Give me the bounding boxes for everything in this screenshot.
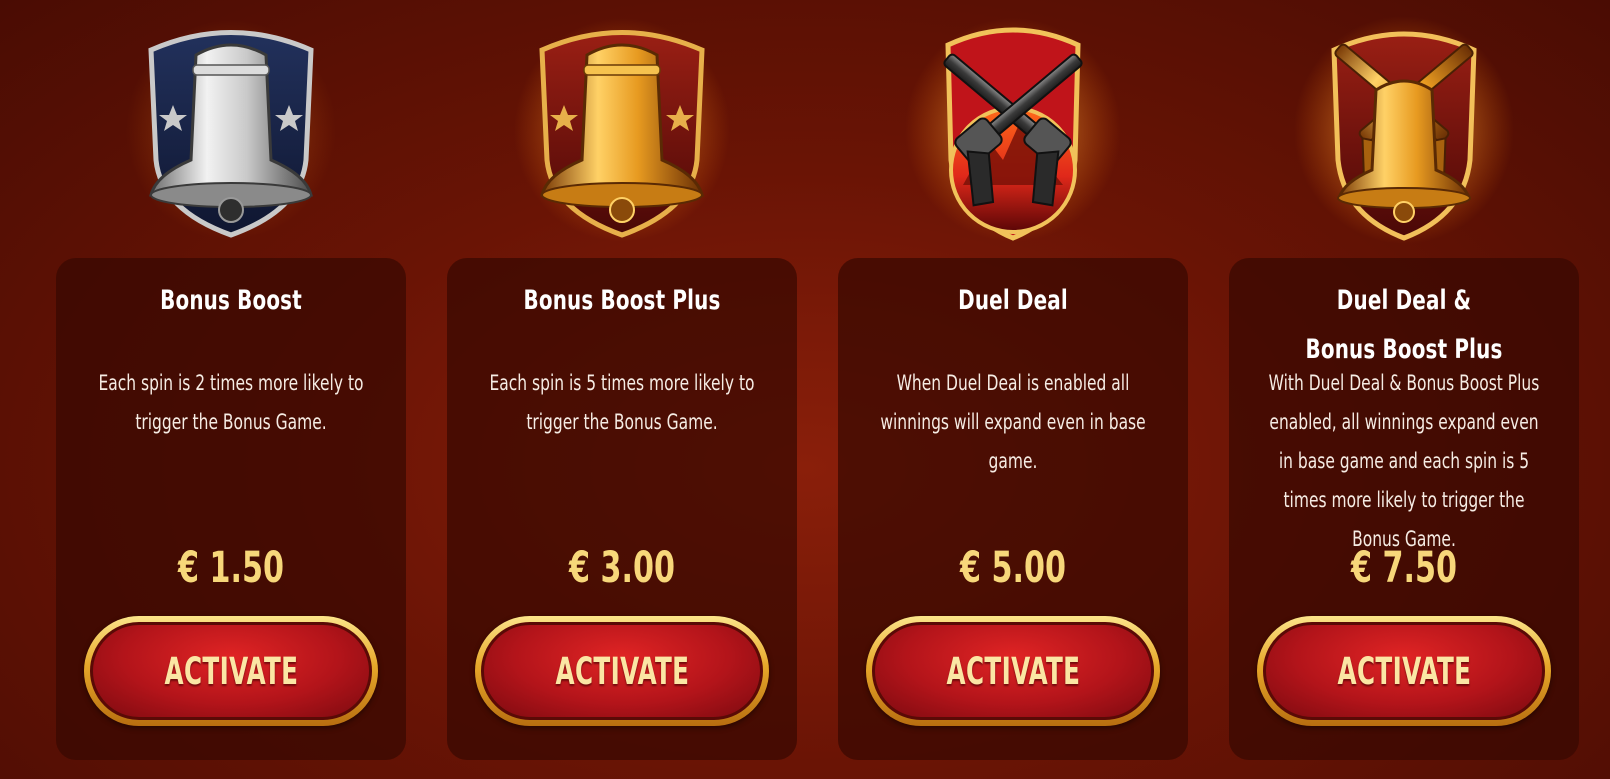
activate-button[interactable]: ACTIVATE — [84, 616, 378, 726]
offer-card-bonus-boost: Bonus Boost Each spin is 2 times more li… — [56, 258, 406, 760]
offer-title: Duel Deal & Bonus Boost Plus — [1305, 285, 1503, 365]
offer-description: When Duel Deal is enabled all winnings w… — [880, 371, 1146, 473]
offer-title: Duel Deal — [958, 285, 1068, 316]
offer-title: Bonus Boost — [160, 285, 302, 316]
activate-button-label: ACTIVATE — [164, 649, 298, 693]
offer-card-duel-deal-bonus-boost-plus: Duel Deal & Bonus Boost Plus With Duel D… — [1229, 258, 1579, 760]
offer-price: € 7.50 — [1351, 543, 1457, 593]
offer-description: Each spin is 5 times more likely to trig… — [489, 371, 755, 434]
activate-button[interactable]: ACTIVATE — [1257, 616, 1551, 726]
silver-bell-badge-icon — [121, 10, 341, 250]
gold-bell-badge-icon — [512, 10, 732, 250]
offer-description: With Duel Deal & Bonus Boost Plus enable… — [1268, 371, 1540, 551]
activate-button-label: ACTIVATE — [555, 649, 689, 693]
offer-price: € 5.00 — [960, 543, 1066, 593]
crossed-revolvers-badge-icon — [903, 10, 1123, 250]
activate-button-label: ACTIVATE — [946, 649, 1080, 693]
offer-price: € 1.50 — [178, 543, 284, 593]
activate-button[interactable]: ACTIVATE — [475, 616, 769, 726]
activate-button-label: ACTIVATE — [1337, 649, 1471, 693]
offer-card-duel-deal: Duel Deal When Duel Deal is enabled all … — [838, 258, 1188, 760]
offer-title: Bonus Boost Plus — [523, 285, 721, 316]
offer-price: € 3.00 — [569, 543, 675, 593]
activate-button[interactable]: ACTIVATE — [866, 616, 1160, 726]
gold-bell-crossed-revolvers-badge-icon — [1294, 10, 1514, 250]
offer-card-bonus-boost-plus: Bonus Boost Plus Each spin is 5 times mo… — [447, 258, 797, 760]
offer-description: Each spin is 2 times more likely to trig… — [98, 371, 364, 434]
